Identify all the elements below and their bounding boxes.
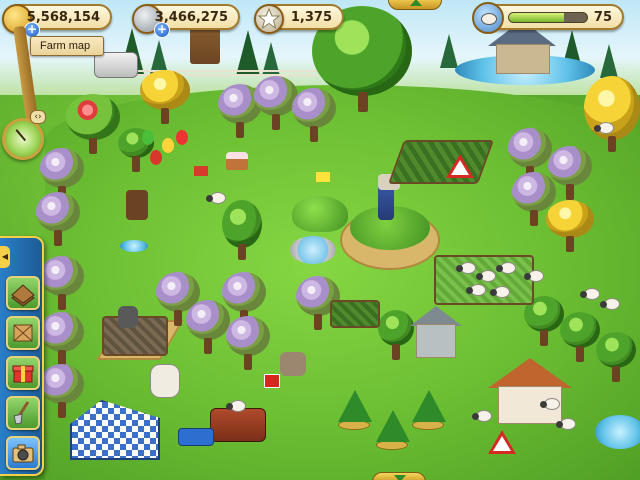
level-progress-bar: 75 xyxy=(472,2,624,34)
warning-sign[interactable] xyxy=(488,430,516,454)
small-pond xyxy=(120,240,148,252)
sheep[interactable] xyxy=(490,286,510,298)
topiary-star[interactable] xyxy=(376,410,410,442)
crate-icon[interactable] xyxy=(6,316,40,350)
fountain[interactable] xyxy=(290,236,336,264)
flower-bed[interactable] xyxy=(330,300,380,328)
coins-value: 5,568,154 xyxy=(26,10,100,25)
tree-stump[interactable] xyxy=(126,190,148,220)
vegetable-bed[interactable] xyxy=(387,140,495,184)
cake[interactable] xyxy=(226,152,248,170)
sheep-statue[interactable] xyxy=(118,306,138,328)
gears-value: 3,466,275 xyxy=(154,10,228,25)
sheep[interactable] xyxy=(524,270,544,282)
sheep[interactable] xyxy=(496,262,516,274)
sheep[interactable] xyxy=(226,400,246,412)
donkey[interactable] xyxy=(280,352,306,376)
balloon xyxy=(162,138,174,153)
topiary-star[interactable] xyxy=(338,390,372,422)
warning-sign[interactable] xyxy=(446,154,474,178)
sheep[interactable] xyxy=(476,270,496,282)
green-hill xyxy=(292,196,348,232)
gift-box-icon[interactable] xyxy=(6,356,40,390)
trailer[interactable] xyxy=(178,428,214,446)
star-icon xyxy=(254,4,284,34)
collapse-toolbar-button[interactable]: ◀ xyxy=(0,246,10,268)
level-value: 75 xyxy=(593,10,612,25)
corner-pond xyxy=(595,415,640,449)
gift-box[interactable] xyxy=(264,374,280,388)
sheep[interactable] xyxy=(540,398,560,410)
sheep[interactable] xyxy=(206,192,226,204)
sheep[interactable] xyxy=(456,262,476,274)
balloon xyxy=(142,130,154,145)
pine-tree xyxy=(440,34,458,68)
shovel-icon[interactable] xyxy=(6,396,40,430)
sheep[interactable] xyxy=(594,122,614,134)
sheep-figure[interactable] xyxy=(150,364,180,398)
sheep[interactable] xyxy=(466,284,486,296)
sheep-avatar-icon xyxy=(472,2,504,34)
stars-value: 1,375 xyxy=(290,10,332,25)
clock-icon[interactable] xyxy=(2,118,44,160)
tractor[interactable] xyxy=(210,408,266,442)
clock-arrows-icon[interactable]: ‹› xyxy=(30,110,46,124)
stars-counter: 1,375 xyxy=(254,4,344,34)
field-plot-icon[interactable] xyxy=(6,276,40,310)
sheep[interactable] xyxy=(556,418,576,430)
flag xyxy=(316,172,330,182)
camera-icon[interactable] xyxy=(6,436,40,470)
farm-map-button[interactable]: Farm map xyxy=(30,36,104,56)
gears-counter: + 3,466,275 xyxy=(132,4,240,38)
scroll-down-arrow-icon[interactable] xyxy=(372,472,426,480)
pine-tree xyxy=(150,40,168,74)
xp-fill xyxy=(509,13,564,22)
sheep[interactable] xyxy=(600,298,620,310)
balloon xyxy=(150,150,162,165)
sheep[interactable] xyxy=(580,288,600,300)
topiary-star[interactable] xyxy=(412,390,446,422)
balloon xyxy=(176,130,188,145)
sheep[interactable] xyxy=(472,410,492,422)
xp-track xyxy=(508,12,588,23)
farm-scene[interactable] xyxy=(0,0,640,480)
scroll-up-arrow-icon[interactable] xyxy=(388,0,442,10)
flag xyxy=(194,166,208,176)
pine-tree xyxy=(600,44,618,78)
